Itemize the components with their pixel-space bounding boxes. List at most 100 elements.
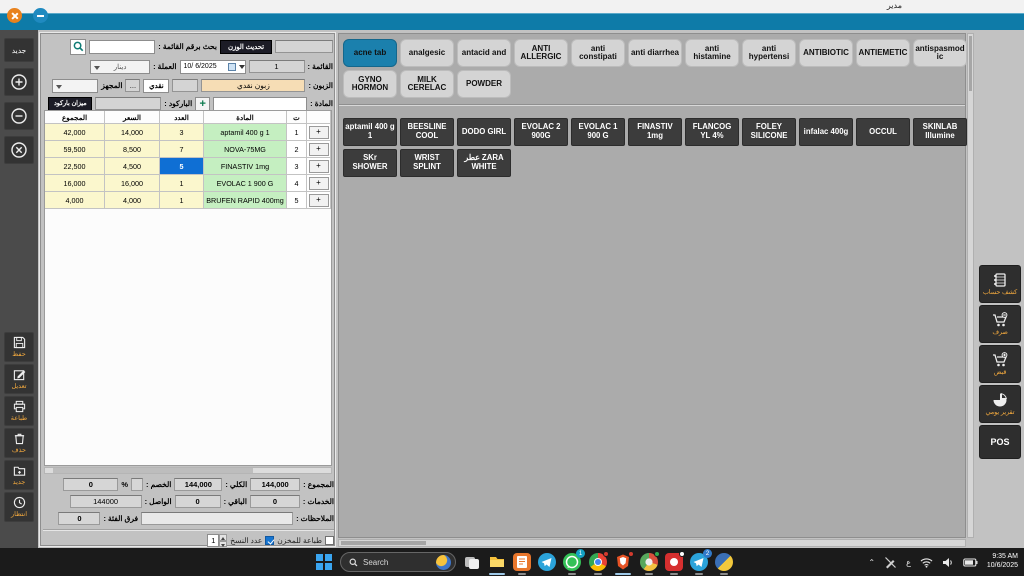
cell-price[interactable]: 14,000 [105,124,160,141]
cell-qty[interactable]: 1 [160,192,204,209]
table-row[interactable]: 59,500 8,500 7 NOVA-75MG 2 + [45,141,331,158]
cell-item[interactable]: EVOLAC 1 900 G [204,175,287,192]
red-app-icon[interactable] [665,553,683,571]
customer-code-field[interactable] [172,79,198,92]
material-input[interactable] [213,97,307,111]
clock[interactable]: 9:35 AM 10/6/2025 [987,553,1018,571]
category-button[interactable]: ANTI ALLERGIC [514,39,568,67]
product-button[interactable]: WRIST SPLINT [400,149,454,177]
increase-button[interactable] [4,68,34,96]
cell-total[interactable]: 16,000 [45,175,105,192]
category-button[interactable]: analgesic [400,39,454,67]
product-button[interactable]: DODO GIRL [457,118,511,146]
copies-stepper[interactable]: 1 [207,534,227,547]
whatsapp-icon[interactable]: 1 [563,553,581,571]
edit-button[interactable]: تعديل [4,364,34,394]
cell-price[interactable]: 16,000 [105,175,160,192]
cell-qty[interactable]: 7 [160,141,204,158]
search-button[interactable] [70,39,86,55]
list-search-input[interactable] [89,40,155,54]
date-picker[interactable]: 10/ 6/2025 [180,60,246,74]
cell-item[interactable]: BRUFEN RAPID 400mg [204,192,287,209]
catalog-hscrollbar[interactable] [338,539,966,547]
row-add-button[interactable]: + [309,194,329,207]
product-button[interactable]: EVOLAC 2 900G [514,118,568,146]
notes-app-icon[interactable] [513,553,531,571]
row-add-button[interactable]: + [309,177,329,190]
wifi-icon[interactable] [920,557,933,568]
receive-button[interactable]: قبض [979,345,1021,383]
cell-item[interactable]: FINASTIV 1mg [204,158,287,175]
list-number-field[interactable]: 1 [249,60,305,73]
task-view-icon[interactable] [463,553,481,571]
hold-button[interactable]: انتظار [4,492,34,522]
product-button[interactable]: FOLEY SILICONE [742,118,796,146]
row-add-button[interactable]: + [309,143,329,156]
denom-diff-field[interactable]: 0 [58,512,100,525]
supplier-select[interactable] [52,79,98,93]
cell-total[interactable]: 59,500 [45,141,105,158]
add-item-button[interactable]: + [195,97,210,111]
tray-expand-icon[interactable]: ⌃ [868,558,875,567]
copies-checkbox[interactable] [265,536,274,545]
category-button[interactable]: anti hypertensi [742,39,796,67]
copies-value[interactable]: 1 [207,534,219,547]
battery-icon[interactable] [963,558,978,567]
cash-button[interactable]: نقدي [143,79,169,93]
delete-button[interactable]: حذف [4,428,34,458]
close-button[interactable] [7,8,22,23]
discount-pct-field[interactable] [131,478,143,491]
chrome-icon[interactable] [589,553,607,571]
product-button[interactable]: SKr SHOWER [343,149,397,177]
product-button[interactable]: aptamil 400 g 1 [343,118,397,146]
discount-amount-field[interactable]: 0 [63,478,118,491]
table-row[interactable]: 16,000 16,000 1 EVOLAC 1 900 G 4 + [45,175,331,192]
more-button[interactable]: ... [125,79,140,92]
cancel-button[interactable] [4,136,34,164]
brave-icon[interactable] [614,553,632,571]
weather-icon[interactable] [436,555,451,570]
table-row[interactable]: 22,500 4,500 5 FINASTIV 1mg 3 + [45,158,331,175]
category-button[interactable]: anti diarrhea [628,39,682,67]
pos-button[interactable]: POS [979,425,1021,459]
product-button[interactable]: FINASTIV 1mg [628,118,682,146]
cell-qty-selected[interactable]: 5 [160,158,204,175]
cell-price[interactable]: 8,500 [105,141,160,158]
row-add-button[interactable]: + [309,126,329,139]
python-icon[interactable] [715,553,733,571]
browser-profile-icon[interactable] [640,553,658,571]
category-button[interactable]: ANTIEMETIC [856,39,910,67]
category-button[interactable]: anti constipati [571,39,625,67]
minimize-button[interactable] [33,8,48,23]
product-button[interactable]: عطر ZARA WHITE [457,149,511,177]
stepper-down-icon[interactable] [219,541,227,548]
barcode-input[interactable] [95,97,161,110]
cell-price[interactable]: 4,000 [105,192,160,209]
product-button[interactable]: SKINLAB Illumine [913,118,967,146]
telegram-2-icon[interactable]: 2 [690,553,708,571]
file-explorer-icon[interactable] [488,553,506,571]
save-button[interactable]: حفظ [4,332,34,362]
category-button[interactable]: acne tab [343,39,397,67]
daily-report-button[interactable]: تقرير يومي [979,385,1021,423]
category-button[interactable]: MILK CERELAC [400,70,454,98]
new-file-button[interactable]: جديد [4,460,34,490]
customer-field[interactable]: زبون نقدي [201,79,305,92]
cell-item[interactable]: NOVA-75MG [204,141,287,158]
start-button[interactable] [316,554,332,570]
cell-qty[interactable]: 3 [160,124,204,141]
table-hscrollbar[interactable] [44,467,332,474]
catalog-vscrollbar[interactable] [967,33,974,538]
print-store-checkbox[interactable] [325,536,334,545]
cell-item[interactable]: aptamil 400 g 1 [204,124,287,141]
category-button[interactable]: anti histamine [685,39,739,67]
product-button[interactable]: infalac 400g [799,118,853,146]
weight-field[interactable] [275,40,333,53]
category-button[interactable]: POWDER [457,70,511,98]
table-row[interactable]: 4,000 4,000 1 BRUFEN RAPID 400mg 5 + [45,192,331,209]
product-button[interactable]: EVOLAC 1 900 G [571,118,625,146]
product-button[interactable]: BEESLINE COOL [400,118,454,146]
telegram-icon[interactable] [538,553,556,571]
language-indicator[interactable]: ع [906,558,911,567]
table-row[interactable]: 42,000 14,000 3 aptamil 400 g 1 1 + [45,124,331,141]
